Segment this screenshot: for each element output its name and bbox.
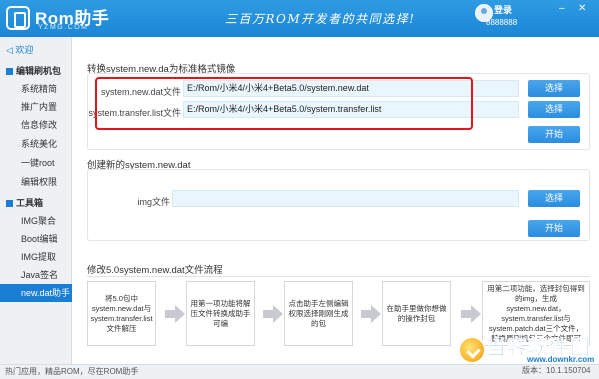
home-icon: ◁ [6, 45, 16, 55]
flow-step-1: 将5.0包中system.new.dat与system.transfer.lis… [87, 281, 156, 346]
flow-arrow-icon [165, 305, 185, 323]
sidebar-item-info-edit[interactable]: 信息修改 [0, 116, 72, 134]
flow-step-2: 用第一项功能将解压文件转换成助手可编 [186, 281, 255, 346]
sidebar-item-newdat-helper[interactable]: new.dat助手 [0, 284, 72, 302]
flow-step-4: 在助手里做你想做的操作封包 [382, 281, 451, 346]
sidebar-item-home[interactable]: ◁ 欢迎 [0, 41, 72, 59]
img-file-label: img文件 [137, 197, 170, 207]
img-file-input[interactable] [172, 190, 519, 207]
newdat-select-button[interactable]: 选择 [528, 80, 580, 97]
sidebar: ◁ 欢迎 编辑刷机包 系统精简 推广内置 信息修改 系统美化 一键root 编辑… [0, 37, 72, 364]
sidebar-item-img-merge[interactable]: IMG聚合 [0, 212, 72, 230]
version-label: 版本：10.1.150704 [522, 366, 591, 375]
title-bar: Rom助手 YZMG.COM 三百万ROM开发者的共同选择! 登录 888888… [0, 0, 599, 37]
highlight-frame [95, 77, 473, 130]
sidebar-item-system-theme[interactable]: 系统美化 [0, 135, 72, 153]
flow-step-3: 点击助手左侧编辑权限选择刚刚生成的包 [284, 281, 353, 346]
header-slogan: 三百万ROM开发者的共同选择! [225, 12, 416, 26]
sidebar-item-edit-permissions[interactable]: 编辑权限 [0, 173, 72, 191]
watermark-url: www.downkr.com [527, 355, 595, 364]
flow-arrow-icon [461, 305, 481, 323]
create-start-button[interactable]: 开始 [528, 220, 580, 237]
sidebar-item-boot-edit[interactable]: Boot编辑 [0, 230, 72, 248]
sidebar-group-edit[interactable]: 编辑刷机包 [0, 62, 72, 80]
minimize-button[interactable]: – [559, 3, 565, 14]
convert-start-button[interactable]: 开始 [528, 126, 580, 143]
group-square-icon [6, 68, 13, 75]
group-square-icon [6, 200, 13, 207]
flow-arrow-icon [263, 305, 283, 323]
sidebar-item-one-click-root[interactable]: 一键root [0, 154, 72, 172]
app-logo-subtext: YZMG.COM [38, 24, 89, 31]
transfer-list-select-button[interactable]: 选择 [528, 101, 580, 118]
sidebar-item-img-extract[interactable]: IMG提取 [0, 248, 72, 266]
watermark-logo-icon [458, 336, 486, 364]
user-id: 8888888 [486, 18, 518, 27]
rom-logo-icon [6, 6, 30, 30]
flow-arrow-icon [361, 305, 381, 323]
img-select-button[interactable]: 选择 [528, 190, 580, 207]
sidebar-group-toolbox[interactable]: 工具箱 [0, 194, 72, 212]
sidebar-item-promo-builtin[interactable]: 推广内置 [0, 98, 72, 116]
sidebar-item-java-sign[interactable]: Java签名 [0, 266, 72, 284]
status-bar: 热门应用，精品ROM，尽在ROM助手 [0, 364, 599, 379]
sidebar-item-system-slim[interactable]: 系统精简 [0, 80, 72, 98]
section-flow-title: 修改5.0system.new.dat文件流程 [87, 265, 223, 276]
close-button[interactable]: ✕ [578, 3, 586, 14]
section-divider [87, 276, 590, 277]
login-link[interactable]: 登录 [494, 3, 512, 16]
